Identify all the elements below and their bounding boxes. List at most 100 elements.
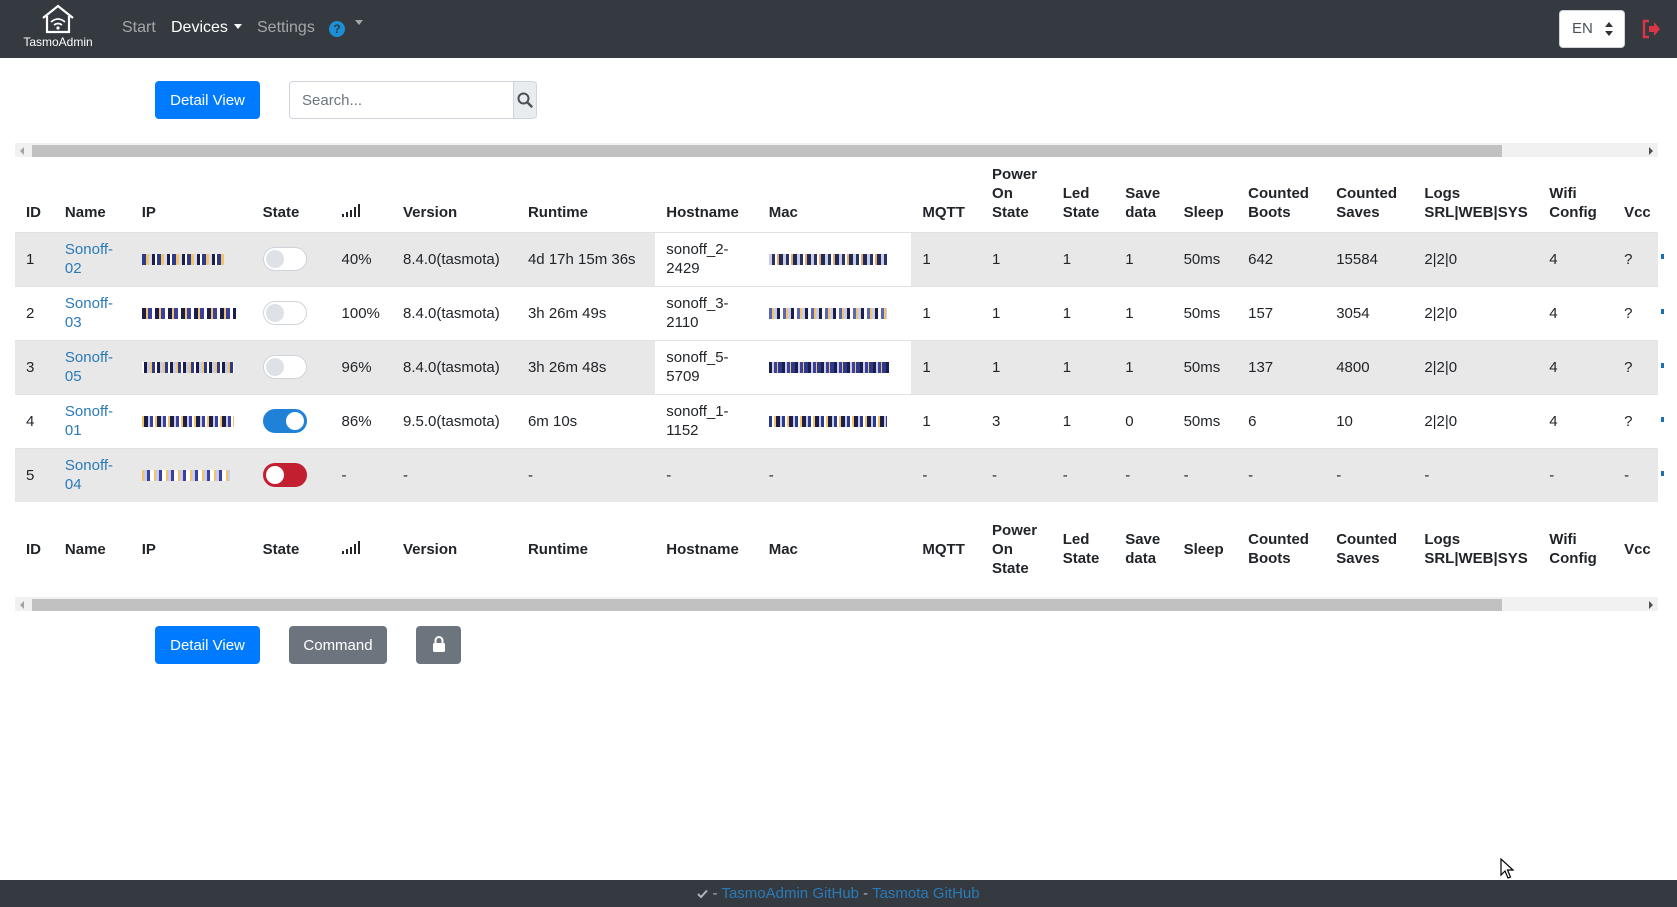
redacted-ip xyxy=(141,416,234,428)
scroll-right-icon[interactable] xyxy=(1649,147,1653,155)
device-name-link[interactable]: Sonoff-05 xyxy=(53,339,131,394)
cell-led-state: 1 xyxy=(1051,339,1115,394)
col-version[interactable]: Version xyxy=(392,158,517,232)
row-action-edge[interactable] xyxy=(1661,309,1664,314)
page-footer: - TasmoAdmin GitHub - Tasmota GitHub xyxy=(0,880,1677,907)
power-toggle[interactable] xyxy=(262,301,307,325)
mouse-cursor-icon xyxy=(1500,858,1514,879)
cell-led-state: 1 xyxy=(1051,393,1115,448)
nav-start[interactable]: Start xyxy=(122,19,156,37)
cell-hostname: sonoff_2-2429 xyxy=(655,231,758,286)
row-action-edge[interactable] xyxy=(1661,254,1664,259)
help-icon[interactable]: ? xyxy=(329,21,345,37)
col-led-state[interactable]: Led State xyxy=(1052,158,1114,232)
detail-view-button[interactable]: Detail View xyxy=(155,81,260,119)
device-name[interactable]: Sonoff-01 xyxy=(65,403,113,439)
cell-ip-redacted xyxy=(130,231,252,286)
device-name[interactable]: Sonoff-04 xyxy=(65,457,113,493)
col-power-on-state[interactable]: Power On State xyxy=(981,158,1052,232)
device-name[interactable]: Sonoff-02 xyxy=(65,241,113,277)
scroll-left-icon[interactable] xyxy=(20,601,24,609)
command-button[interactable]: Command xyxy=(289,626,387,664)
brand-logo[interactable]: TasmoAdmin xyxy=(18,4,98,54)
col-sleep[interactable]: Sleep xyxy=(1173,158,1238,232)
device-name-link[interactable]: Sonoff-02 xyxy=(53,231,131,286)
col-state[interactable]: State xyxy=(252,158,331,232)
device-name-link[interactable]: Sonoff-04 xyxy=(53,447,131,502)
power-toggle[interactable] xyxy=(262,463,307,488)
cell-power-on-state: 1 xyxy=(981,339,1052,394)
cell-boots: 642 xyxy=(1237,231,1326,286)
foot-col-runtime: Runtime xyxy=(527,540,588,558)
cell-id: 5 xyxy=(15,447,54,502)
table-footer-row: ID Name IP State Version Runtime Hostnam… xyxy=(15,502,1658,596)
cell-logs: 2|2|0 xyxy=(1413,393,1539,448)
col-hostname[interactable]: Hostname xyxy=(655,158,757,232)
tasmota-github-link[interactable]: Tasmota GitHub xyxy=(872,885,980,902)
foot-col-save-data: Save data xyxy=(1125,531,1161,567)
help-dropdown-chevron-icon[interactable] xyxy=(355,20,363,25)
detail-view-button-bottom[interactable]: Detail View xyxy=(155,626,260,664)
cell-save-data: 1 xyxy=(1114,339,1173,394)
device-name[interactable]: Sonoff-03 xyxy=(65,295,113,331)
cell-signal: 100% xyxy=(330,285,392,340)
cell-save-data: 0 xyxy=(1114,393,1173,448)
col-counted-saves[interactable]: Counted Saves xyxy=(1325,158,1413,232)
row-action-edge[interactable] xyxy=(1661,471,1664,476)
col-runtime[interactable]: Runtime xyxy=(517,158,655,232)
col-mqtt[interactable]: MQTT xyxy=(911,158,981,232)
check-icon xyxy=(697,889,709,899)
col-wifi-config[interactable]: Wifi Config xyxy=(1538,158,1613,232)
nav-devices[interactable]: Devices xyxy=(171,19,242,37)
foot-col-id: ID xyxy=(26,540,41,558)
col-counted-boots[interactable]: Counted Boots xyxy=(1237,158,1325,232)
col-logs[interactable]: Logs SRL|WEB|SYS xyxy=(1413,158,1538,232)
cell-id: 1 xyxy=(15,231,54,286)
power-toggle[interactable] xyxy=(262,409,307,433)
cell-boots: 6 xyxy=(1237,393,1326,448)
col-save-data[interactable]: Save data xyxy=(1114,158,1172,232)
cell-ip-redacted xyxy=(130,447,252,502)
cell-ip-redacted xyxy=(130,285,252,340)
cell-runtime: 4d 17h 15m 36s xyxy=(516,231,656,286)
cell-sleep: 50ms xyxy=(1172,393,1238,448)
table-scrollbar-bottom[interactable] xyxy=(15,597,1658,611)
table-scrollbar-top[interactable] xyxy=(15,143,1658,157)
col-name[interactable]: Name xyxy=(54,158,131,232)
cell-mqtt: - xyxy=(911,447,982,502)
device-name[interactable]: Sonoff-05 xyxy=(65,349,113,385)
row-action-edge[interactable] xyxy=(1661,417,1664,422)
cell-logs: 2|2|0 xyxy=(1413,339,1539,394)
language-select[interactable]: EN xyxy=(1559,10,1625,48)
search-input[interactable] xyxy=(290,82,513,118)
foot-col-ip: IP xyxy=(141,540,156,558)
lock-button[interactable] xyxy=(416,626,461,664)
col-id[interactable]: ID xyxy=(15,158,54,232)
col-signal[interactable] xyxy=(331,158,392,232)
scroll-thumb[interactable] xyxy=(32,599,1502,611)
cell-led-state: 1 xyxy=(1051,285,1115,340)
redacted-ip xyxy=(141,308,236,320)
device-name-link[interactable]: Sonoff-01 xyxy=(53,393,131,448)
device-name-link[interactable]: Sonoff-03 xyxy=(53,285,131,340)
scroll-thumb[interactable] xyxy=(32,145,1502,157)
search-icon xyxy=(517,92,533,108)
col-mac[interactable]: Mac xyxy=(758,158,912,232)
nav-settings[interactable]: Settings xyxy=(257,19,315,37)
row-action-edge[interactable] xyxy=(1661,363,1664,368)
cell-mac-redacted xyxy=(757,285,912,340)
col-vcc[interactable]: Vcc xyxy=(1613,158,1658,232)
col-ip[interactable]: IP xyxy=(131,158,252,232)
cell-runtime: 3h 26m 48s xyxy=(516,339,656,394)
scroll-right-icon[interactable] xyxy=(1649,601,1653,609)
foot-col-hostname: Hostname xyxy=(666,540,739,558)
cell-led-state: 1 xyxy=(1051,231,1115,286)
tasmoadmin-github-link[interactable]: TasmoAdmin GitHub xyxy=(721,885,859,902)
cell-saves: 15584 xyxy=(1325,231,1414,286)
search-button[interactable] xyxy=(513,82,536,118)
power-toggle[interactable] xyxy=(262,355,307,379)
foot-col-wifi-config: Wifi Config xyxy=(1549,531,1597,567)
scroll-left-icon[interactable] xyxy=(20,147,24,155)
power-toggle[interactable] xyxy=(262,247,307,271)
logout-icon[interactable] xyxy=(1641,19,1661,39)
